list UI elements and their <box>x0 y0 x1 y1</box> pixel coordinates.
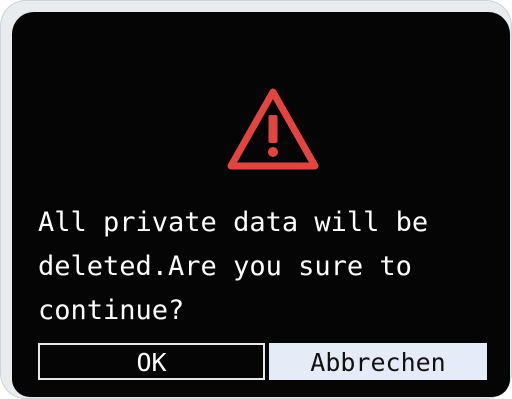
message-line: deleted.Are you sure to <box>38 251 412 282</box>
confirmation-message: All private data will be deleted.Are you… <box>38 190 498 344</box>
device-bezel: All private data will be deleted.Are you… <box>0 0 512 399</box>
cancel-button[interactable]: Abbrechen <box>269 343 487 380</box>
dialog-screen: All private data will be deleted.Are you… <box>12 12 510 397</box>
ok-button[interactable]: OK <box>38 343 265 380</box>
message-line: All private data will be <box>38 207 429 238</box>
message-line: continue? <box>38 295 185 326</box>
warning-triangle-icon <box>227 88 319 170</box>
